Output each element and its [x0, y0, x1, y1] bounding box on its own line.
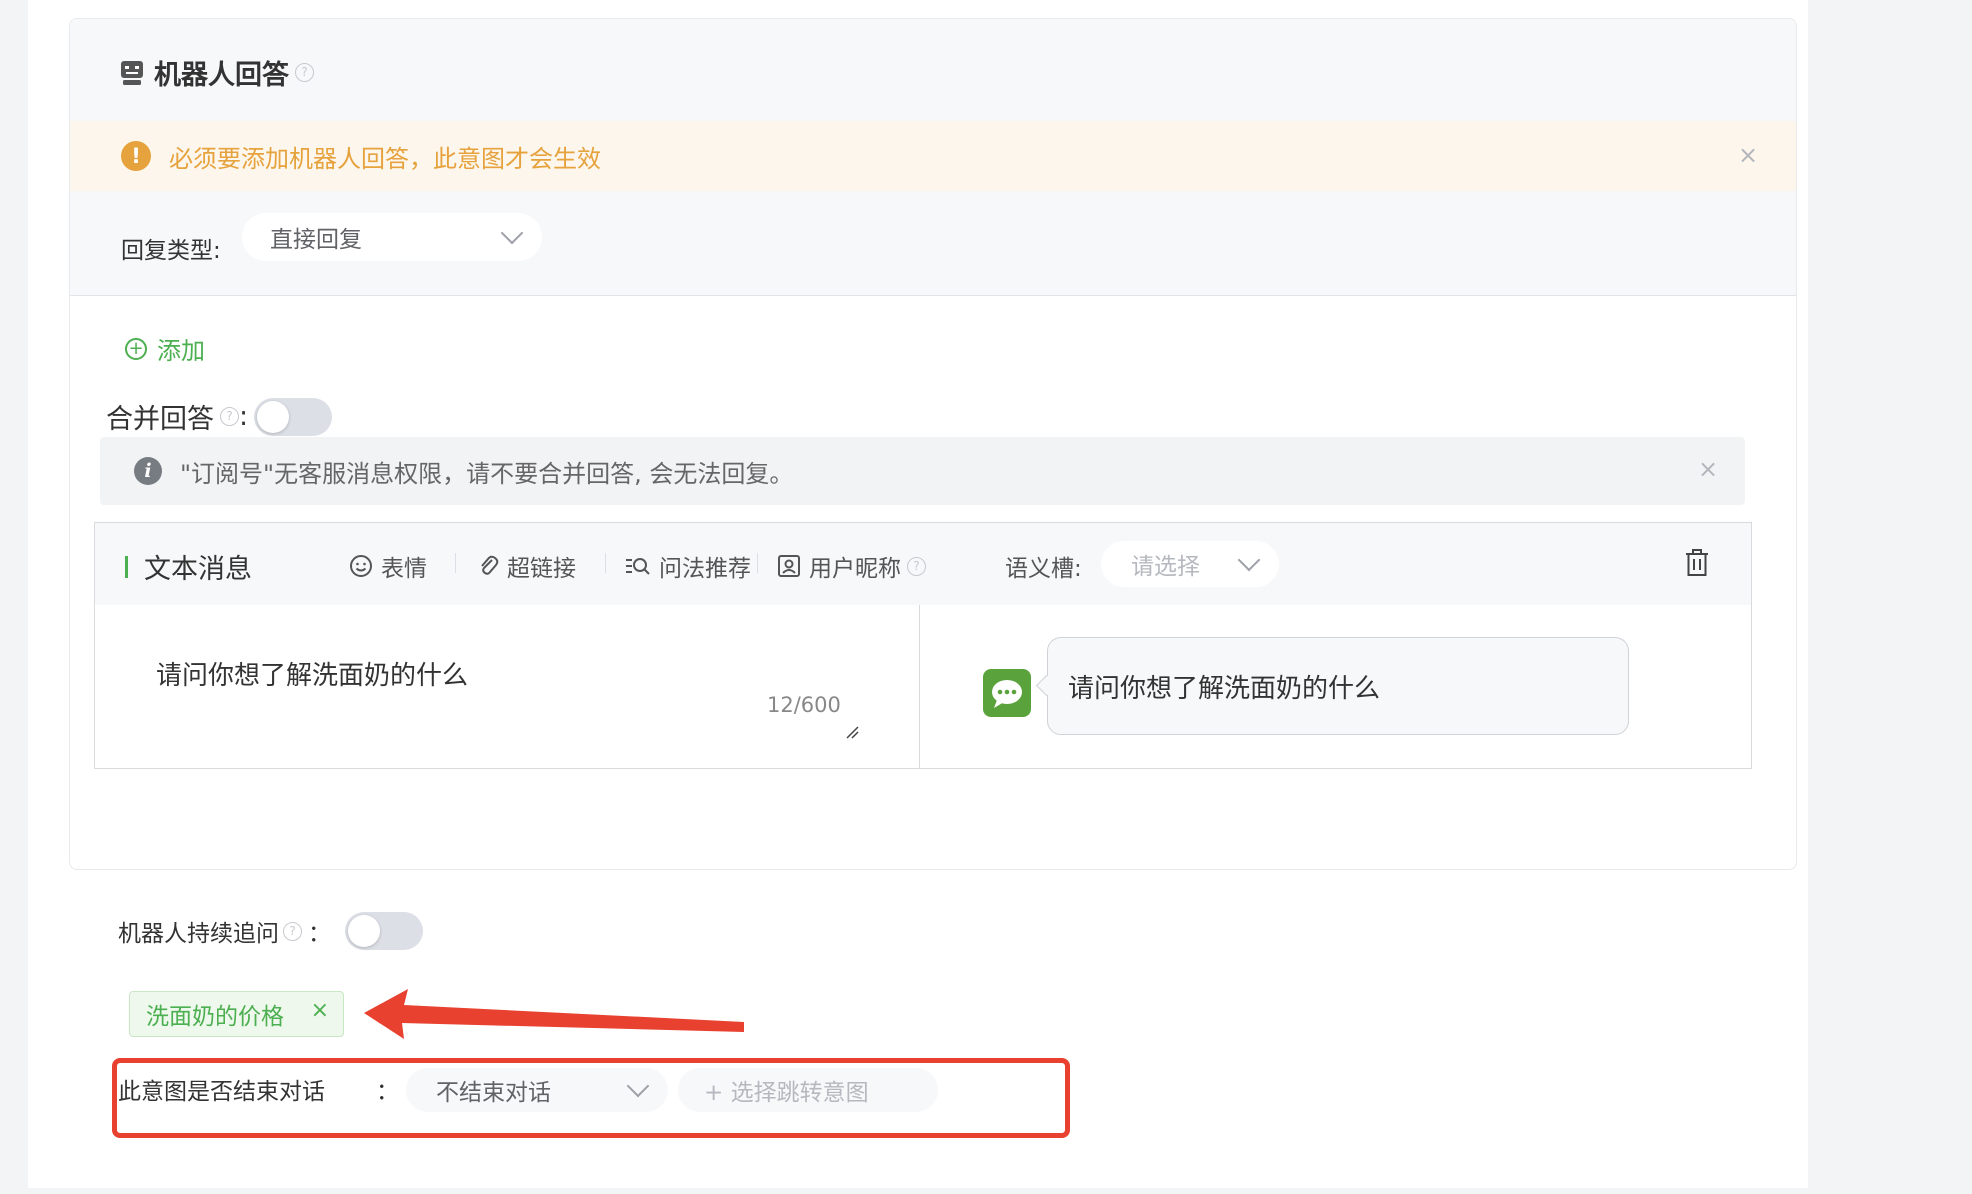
- help-icon[interactable]: ?: [220, 407, 239, 426]
- char-counter: 12/600: [767, 693, 841, 717]
- plus-circle-icon: +: [125, 337, 147, 360]
- trash-icon[interactable]: [1685, 549, 1709, 577]
- message-toolbar: 文本消息 表情 超链接 问法推荐 用户昵称 ? 语义槽: 请选择: [95, 523, 1751, 605]
- robot-answer-card: 机器人回答 ? ! 必须要添加机器人回答，此意图才会生效 × 回复类型: 直接回…: [69, 18, 1797, 870]
- help-icon[interactable]: ?: [283, 921, 302, 941]
- chevron-down-icon: [1237, 548, 1261, 572]
- message-editor[interactable]: 请问你想了解洗面奶的什么 12/600: [95, 605, 920, 768]
- right-gutter: [1808, 0, 1972, 1194]
- robot-icon: [121, 60, 143, 85]
- divider: [455, 553, 456, 573]
- reply-type-value: 直接回复: [270, 227, 362, 253]
- divider: [605, 553, 606, 573]
- reply-type-select[interactable]: 直接回复: [242, 213, 542, 261]
- intent-tag[interactable]: 洗面奶的价格 ×: [129, 991, 344, 1037]
- annotation-highlight-box: [112, 1058, 1070, 1138]
- slot-placeholder: 请选择: [1131, 554, 1200, 580]
- hyperlink-button[interactable]: 超链接: [477, 549, 576, 583]
- slot-select[interactable]: 请选择: [1101, 541, 1279, 587]
- title-accent-bar: [125, 555, 128, 578]
- close-icon[interactable]: ×: [1698, 455, 1718, 483]
- add-label: 添加: [157, 337, 205, 365]
- merge-answer-toggle[interactable]: [254, 397, 333, 436]
- warning-icon: !: [121, 141, 151, 171]
- merge-answer-label: 合并回答: [106, 404, 214, 435]
- intent-tag-label: 洗面奶的价格: [146, 1004, 284, 1030]
- divider: [757, 553, 758, 573]
- follow-up-colon: ：: [308, 921, 331, 947]
- user-card-icon: [778, 555, 800, 577]
- hyperlink-label: 超链接: [507, 556, 576, 582]
- user-nickname-button[interactable]: 用户昵称 ?: [777, 549, 926, 583]
- chevron-down-icon: [500, 221, 524, 245]
- text-message-box: 文本消息 表情 超链接 问法推荐 用户昵称 ? 语义槽: 请选择 请问你想了解洗…: [94, 522, 1752, 769]
- user-nickname-label: 用户昵称: [809, 556, 901, 582]
- reply-type-label: 回复类型:: [121, 238, 221, 264]
- close-icon[interactable]: ×: [1738, 141, 1758, 169]
- follow-up-row: 机器人持续追问 ? ：: [118, 912, 423, 950]
- resize-handle-icon[interactable]: [845, 725, 859, 739]
- annotation-arrow: [364, 989, 744, 1039]
- preview-text: 请问你想了解洗面奶的什么: [1068, 673, 1381, 704]
- chat-bubble-icon: [983, 669, 1031, 717]
- follow-up-toggle[interactable]: [345, 912, 423, 950]
- question-recommend-label: 问法推荐: [659, 556, 751, 582]
- question-recommend-button[interactable]: 问法推荐: [625, 549, 751, 583]
- merge-answer-row: 合并回答 ? :: [106, 397, 333, 436]
- close-icon[interactable]: ×: [311, 998, 329, 1023]
- merge-colon: :: [239, 401, 249, 432]
- message-title: 文本消息: [125, 547, 252, 586]
- reply-type-row: 回复类型: 直接回复: [70, 191, 1796, 296]
- card-header: 机器人回答 ?: [70, 19, 1796, 121]
- info-text: "订阅号"无客服消息权限，请不要合并回答, 会无法回复。: [180, 459, 794, 488]
- card-title: 机器人回答 ?: [120, 53, 314, 92]
- preview-bubble: 请问你想了解洗面奶的什么: [1047, 637, 1629, 735]
- warning-alert: ! 必须要添加机器人回答，此意图才会生效 ×: [70, 121, 1796, 191]
- card-title-text: 机器人回答: [154, 60, 289, 91]
- add-button[interactable]: + 添加: [125, 331, 205, 366]
- page: 机器人回答 ? ! 必须要添加机器人回答，此意图才会生效 × 回复类型: 直接回…: [28, 0, 1808, 1188]
- help-icon[interactable]: ?: [295, 63, 314, 82]
- help-icon[interactable]: ?: [907, 556, 926, 576]
- info-icon: i: [134, 457, 162, 485]
- info-alert: i "订阅号"无客服消息权限，请不要合并回答, 会无法回复。 ×: [100, 437, 1745, 505]
- emoji-button[interactable]: 表情: [349, 549, 427, 583]
- message-title-text: 文本消息: [144, 554, 252, 585]
- smile-icon: [350, 555, 372, 577]
- warning-text: 必须要添加机器人回答，此意图才会生效: [169, 144, 601, 173]
- message-text[interactable]: 请问你想了解洗面奶的什么: [156, 655, 468, 692]
- slot-label: 语义槽:: [1005, 556, 1082, 582]
- search-list-icon: [626, 558, 650, 575]
- emoji-label: 表情: [381, 556, 427, 582]
- follow-up-label: 机器人持续追问: [118, 921, 279, 947]
- paperclip-icon: [481, 555, 499, 575]
